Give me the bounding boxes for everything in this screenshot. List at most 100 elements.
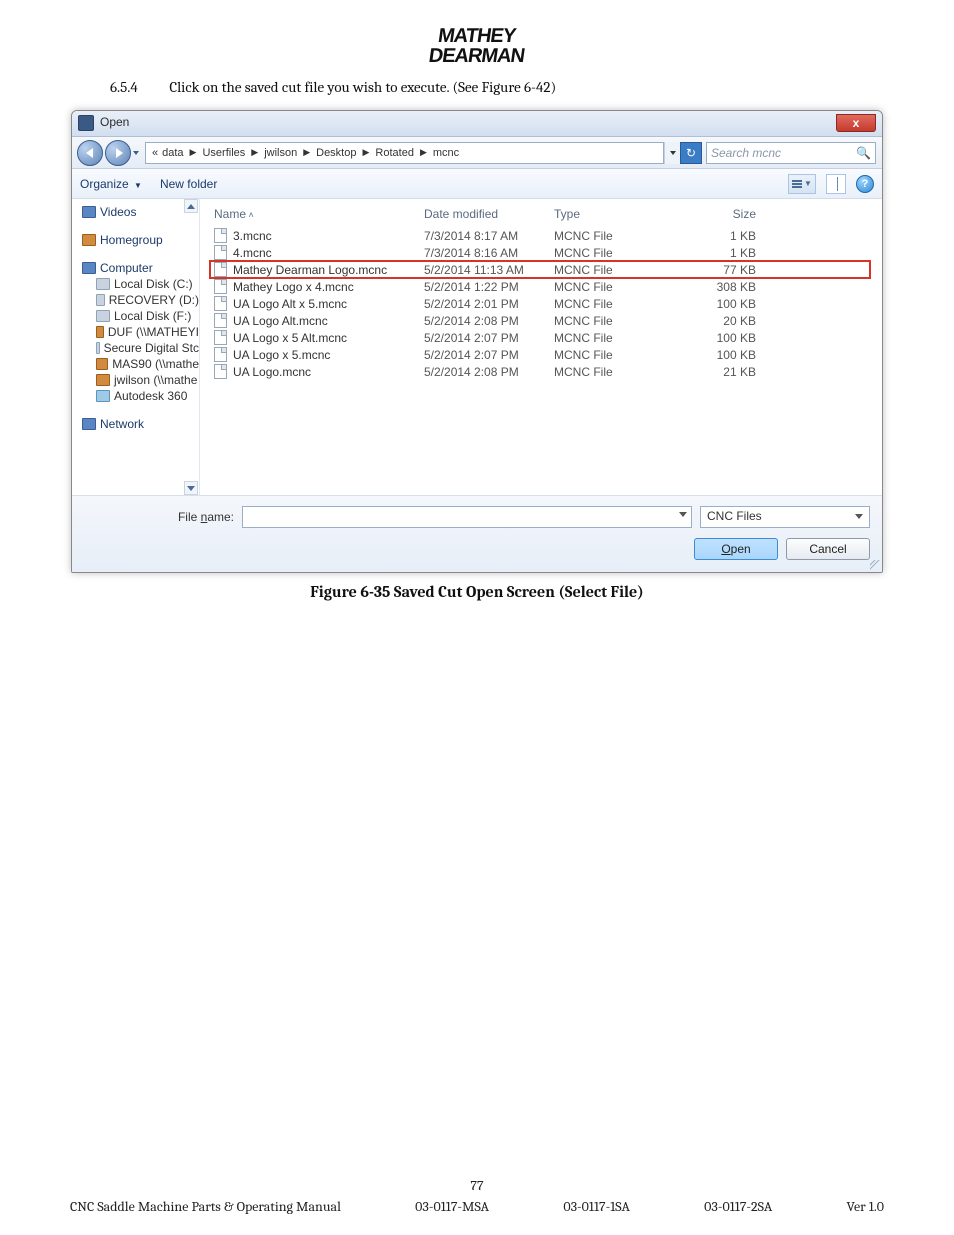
file-type: MCNC File bbox=[554, 331, 664, 345]
file-type: MCNC File bbox=[554, 297, 664, 311]
breadcrumb-item[interactable]: Userfiles bbox=[202, 147, 245, 159]
breadcrumb-item[interactable]: Rotated bbox=[375, 147, 414, 159]
new-folder-button[interactable]: New folder bbox=[160, 177, 217, 191]
drive-icon bbox=[96, 294, 105, 306]
column-name[interactable]: Name bbox=[214, 207, 424, 221]
tree-item[interactable]: Local Disk (C:) bbox=[96, 277, 199, 291]
file-name: UA Logo Alt x 5.mcnc bbox=[233, 297, 347, 311]
file-size: 308 KB bbox=[664, 280, 764, 294]
column-date[interactable]: Date modified bbox=[424, 207, 554, 221]
dialog-titlebar[interactable]: Open x bbox=[72, 111, 882, 137]
organize-menu[interactable]: Organize ▼ bbox=[80, 177, 142, 191]
scroll-down-button[interactable] bbox=[184, 481, 198, 495]
filename-input[interactable] bbox=[242, 506, 692, 528]
cancel-button[interactable]: Cancel bbox=[786, 538, 870, 560]
dialog-title: Open bbox=[100, 115, 129, 129]
file-row[interactable]: UA Logo Alt.mcnc5/2/2014 2:08 PMMCNC Fil… bbox=[210, 312, 870, 329]
filter-value: CNC Files bbox=[707, 509, 762, 523]
file-list[interactable]: Name Date modified Type Size 3.mcnc7/3/2… bbox=[200, 199, 882, 495]
file-name: Mathey Logo x 4.mcnc bbox=[233, 280, 354, 294]
breadcrumb-bar[interactable]: « data▶ Userfiles▶ jwilson▶ Desktop▶ Rot… bbox=[145, 142, 664, 164]
file-row[interactable]: UA Logo x 5.mcnc5/2/2014 2:07 PMMCNC Fil… bbox=[210, 346, 870, 363]
list-bars-icon bbox=[792, 180, 802, 188]
file-name: 3.mcnc bbox=[233, 229, 272, 243]
file-row[interactable]: 4.mcnc7/3/2014 8:16 AMMCNC File1 KB bbox=[210, 244, 870, 261]
tree-item-label: MAS90 (\\mathe bbox=[112, 357, 199, 371]
file-icon bbox=[214, 279, 227, 294]
file-row[interactable]: UA Logo.mcnc5/2/2014 2:08 PMMCNC File21 … bbox=[210, 363, 870, 380]
tree-item[interactable]: Secure Digital Stc bbox=[96, 341, 199, 355]
tree-item[interactable]: DUF (\\MATHEYI bbox=[96, 325, 199, 339]
file-row[interactable]: Mathey Logo x 4.mcnc5/2/2014 1:22 PMMCNC… bbox=[210, 278, 870, 295]
chevron-down-icon: ▼ bbox=[134, 181, 142, 190]
preview-pane-button[interactable] bbox=[826, 174, 846, 194]
tree-item[interactable]: Computer bbox=[82, 261, 199, 275]
drive-icon bbox=[96, 310, 110, 322]
breadcrumb-item[interactable]: Desktop bbox=[316, 147, 356, 159]
breadcrumb-sep-icon: ▶ bbox=[251, 147, 258, 158]
open-button[interactable]: Open bbox=[694, 538, 778, 560]
file-icon bbox=[214, 228, 227, 243]
search-input[interactable]: Search mcnc 🔍 bbox=[706, 142, 876, 164]
scroll-up-button[interactable] bbox=[184, 199, 198, 213]
address-dropdown[interactable] bbox=[664, 142, 680, 164]
tree-item[interactable]: RECOVERY (D:) bbox=[96, 293, 199, 307]
tree-item[interactable]: MAS90 (\\mathe bbox=[96, 357, 199, 371]
brand-logo: MATHEY DEARMAN bbox=[70, 28, 884, 66]
file-icon bbox=[214, 245, 227, 260]
chevron-down-icon bbox=[679, 512, 687, 517]
instruction-number: 6.5.4 bbox=[110, 78, 166, 96]
tree-item-label: DUF (\\MATHEYI bbox=[108, 325, 199, 339]
organize-label: Organize bbox=[80, 177, 129, 191]
filename-label: File name: bbox=[84, 510, 234, 524]
dialog-toolbar: Organize ▼ New folder ▼ ? bbox=[72, 169, 882, 199]
resize-grip-icon[interactable] bbox=[870, 560, 880, 570]
file-row[interactable]: Mathey Dearman Logo.mcnc5/2/2014 11:13 A… bbox=[210, 261, 870, 278]
close-button[interactable]: x bbox=[836, 114, 876, 132]
file-size: 100 KB bbox=[664, 348, 764, 362]
instruction-line: 6.5.4 Click on the saved cut file you wi… bbox=[110, 78, 884, 96]
file-row[interactable]: UA Logo Alt x 5.mcnc5/2/2014 2:01 PMMCNC… bbox=[210, 295, 870, 312]
tree-item-label: Secure Digital Stc bbox=[104, 341, 199, 355]
help-button[interactable]: ? bbox=[856, 175, 874, 193]
nav-back-button[interactable] bbox=[77, 140, 103, 166]
tree-item[interactable]: Homegroup bbox=[82, 233, 199, 247]
file-icon bbox=[214, 364, 227, 379]
tree-item-label: RECOVERY (D:) bbox=[109, 293, 199, 307]
chevron-down-icon bbox=[855, 514, 863, 519]
column-type[interactable]: Type bbox=[554, 207, 664, 221]
tree-icon bbox=[82, 262, 96, 274]
breadcrumb-item[interactable]: data bbox=[162, 147, 183, 159]
net-icon bbox=[82, 234, 96, 246]
tree-item-label: Autodesk 360 bbox=[114, 389, 187, 403]
refresh-button[interactable]: ↻ bbox=[680, 142, 702, 164]
nav-history-dropdown[interactable] bbox=[131, 141, 141, 165]
footer-code-1: 03-0117-MSA bbox=[415, 1198, 489, 1215]
column-size[interactable]: Size bbox=[664, 207, 764, 221]
tree-item[interactable]: jwilson (\\mathe bbox=[96, 373, 199, 387]
tree-item-label: Local Disk (F:) bbox=[114, 309, 191, 323]
file-name: Mathey Dearman Logo.mcnc bbox=[233, 263, 387, 277]
chevron-down-icon: ▼ bbox=[804, 179, 812, 188]
file-size: 1 KB bbox=[664, 246, 764, 260]
file-type-filter[interactable]: CNC Files bbox=[700, 506, 870, 528]
file-name: UA Logo Alt.mcnc bbox=[233, 314, 328, 328]
tree-item[interactable]: Local Disk (F:) bbox=[96, 309, 199, 323]
navigation-bar: « data▶ Userfiles▶ jwilson▶ Desktop▶ Rot… bbox=[72, 137, 882, 169]
file-row[interactable]: UA Logo x 5 Alt.mcnc5/2/2014 2:07 PMMCNC… bbox=[210, 329, 870, 346]
tree-item[interactable]: Videos bbox=[82, 205, 199, 219]
view-options-button[interactable]: ▼ bbox=[788, 174, 816, 194]
tree-item[interactable]: Network bbox=[82, 417, 199, 431]
nav-forward-button[interactable] bbox=[105, 140, 131, 166]
tree-item[interactable]: Autodesk 360 bbox=[96, 389, 199, 403]
breadcrumb-item[interactable]: jwilson bbox=[264, 147, 297, 159]
tree-icon bbox=[82, 206, 96, 218]
nav-tree[interactable]: Videos Homegroup Computer Local Disk (C:) RE… bbox=[72, 199, 200, 495]
file-row[interactable]: 3.mcnc7/3/2014 8:17 AMMCNC File1 KB bbox=[210, 227, 870, 244]
breadcrumb-sep-icon: ▶ bbox=[420, 147, 427, 158]
file-icon bbox=[214, 296, 227, 311]
breadcrumb-item[interactable]: mcnc bbox=[433, 147, 459, 159]
net-icon bbox=[96, 326, 104, 338]
file-size: 1 KB bbox=[664, 229, 764, 243]
column-headers[interactable]: Name Date modified Type Size bbox=[210, 205, 870, 227]
